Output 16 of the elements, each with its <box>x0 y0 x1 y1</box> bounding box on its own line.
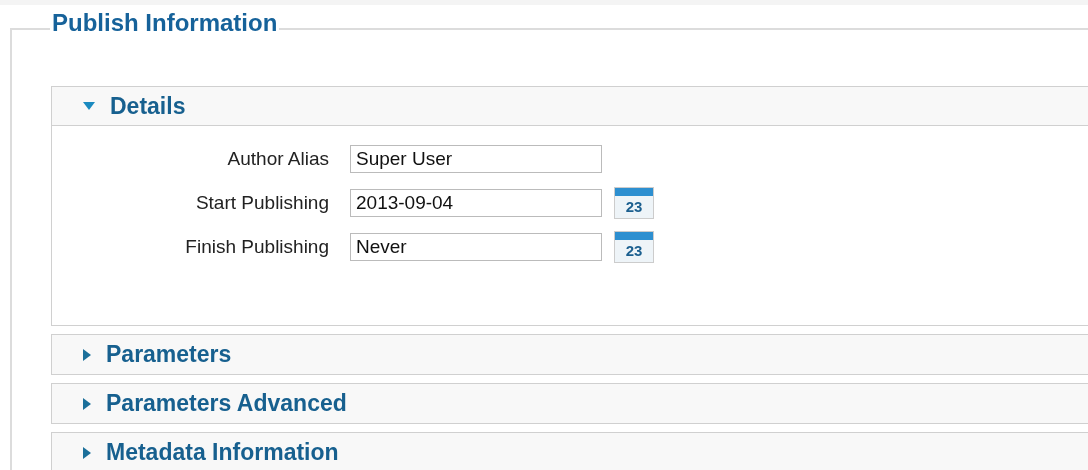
field-label: Finish Publishing <box>184 234 329 259</box>
panel-header[interactable]: Parameters Advanced <box>52 384 1088 423</box>
calendar-button[interactable]: 23 <box>614 231 654 263</box>
input-field[interactable]: Never <box>350 233 602 261</box>
input-field[interactable]: 2013-09-04 <box>350 189 602 217</box>
field-label: Start Publishing <box>194 190 329 215</box>
caret-icon <box>82 101 96 111</box>
field-label: Author Alias <box>226 146 329 171</box>
input-field[interactable]: Super User <box>350 145 602 173</box>
panel-header[interactable]: Details <box>52 87 1088 126</box>
calendar-button[interactable]: 23 <box>614 187 654 219</box>
panel-header[interactable]: Parameters <box>52 335 1088 374</box>
caret-icon <box>82 347 92 362</box>
panel-header[interactable]: Metadata Information <box>52 433 1088 470</box>
caret-icon <box>82 445 92 460</box>
caret-icon <box>82 396 92 411</box>
